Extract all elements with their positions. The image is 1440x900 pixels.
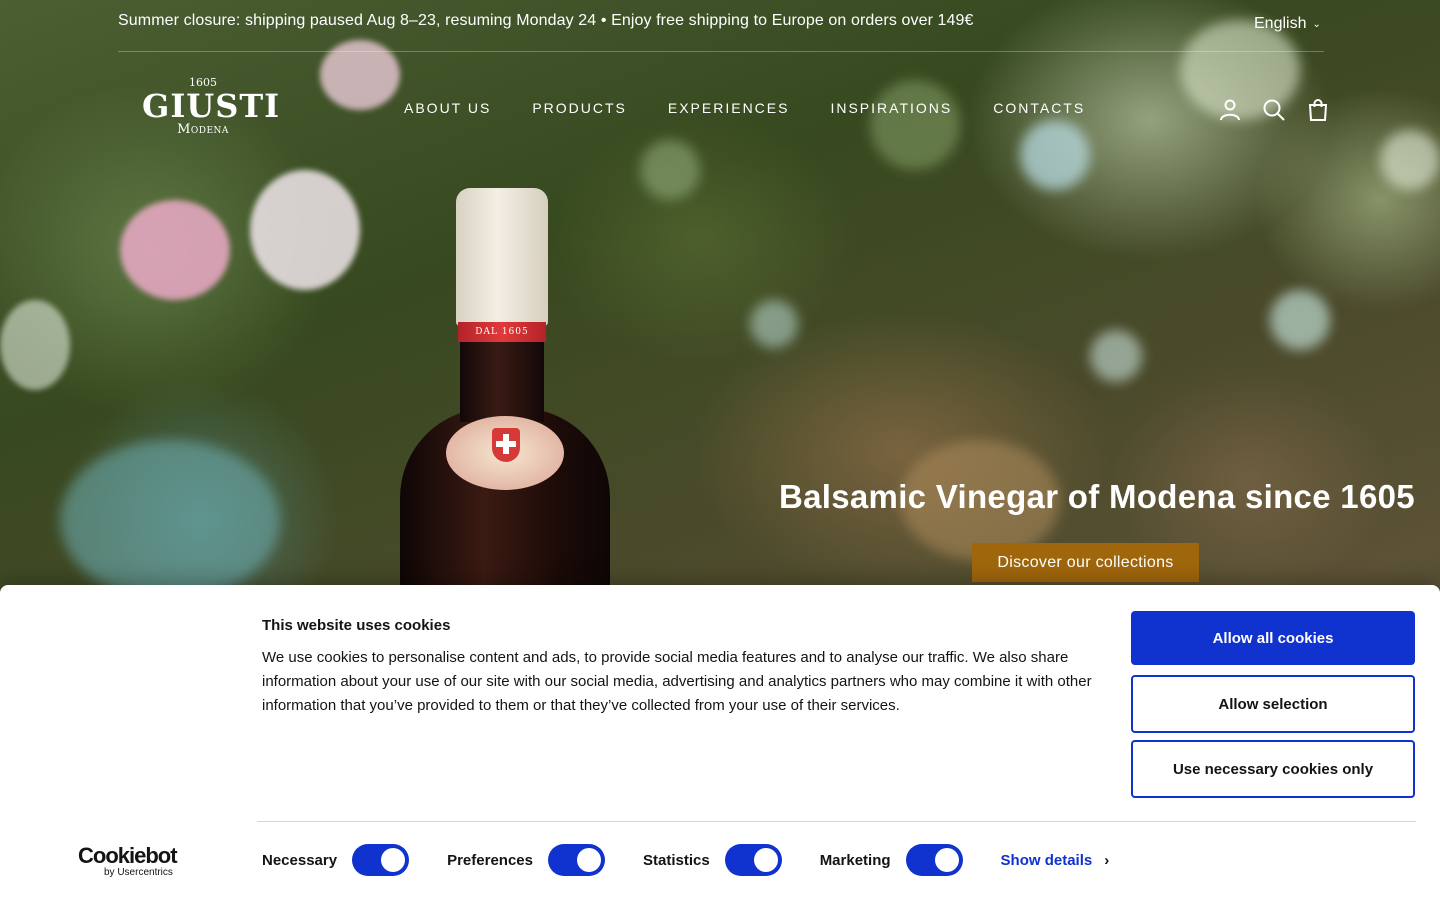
toggle-marketing: Marketing bbox=[820, 844, 963, 876]
cookiebot-logo-subtext: by Usercentrics bbox=[104, 867, 173, 878]
cookie-banner: This website uses cookies We use cookies… bbox=[0, 585, 1440, 900]
logo-brand: GIUSTI bbox=[142, 87, 281, 125]
chevron-right-icon: › bbox=[1104, 851, 1110, 869]
language-label: English bbox=[1254, 15, 1307, 32]
toggle-necessary: Necessary bbox=[262, 844, 410, 876]
bokeh-light bbox=[1270, 290, 1330, 350]
nav-about-us[interactable]: ABOUT US bbox=[404, 100, 491, 116]
bokeh-light bbox=[870, 80, 960, 170]
account-icon[interactable] bbox=[1218, 98, 1242, 122]
bottle-image: DAL 1605 bbox=[400, 188, 610, 628]
toggle-label: Statistics bbox=[642, 851, 710, 869]
flower bbox=[120, 200, 230, 300]
language-selector[interactable]: English ⌄ bbox=[1254, 15, 1321, 33]
cookiebot-logo-text: Cookiebot bbox=[78, 843, 178, 868]
nav-contacts[interactable]: CONTACTS bbox=[993, 100, 1085, 116]
bokeh-light bbox=[1090, 330, 1142, 382]
bottle-cap bbox=[456, 188, 548, 326]
hero-title: Balsamic Vinegar of Modena since 1605 bbox=[779, 478, 1415, 515]
cookie-title: This website uses cookies bbox=[262, 617, 451, 634]
show-details-link[interactable]: Show details › bbox=[1001, 852, 1110, 869]
marketing-switch[interactable] bbox=[905, 844, 963, 876]
cookiebot-logo[interactable]: Cookiebot by Usercentrics bbox=[78, 845, 182, 879]
header-icons bbox=[1218, 98, 1330, 122]
bokeh-light bbox=[1020, 120, 1090, 190]
show-details-label: Show details bbox=[1000, 851, 1093, 869]
toggle-label: Marketing bbox=[819, 851, 891, 869]
cookie-description: We use cookies to personalise content an… bbox=[262, 649, 1092, 714]
chevron-down-icon: ⌄ bbox=[1312, 18, 1321, 30]
allow-selection-button[interactable]: Allow selection bbox=[1131, 675, 1415, 733]
discover-collections-button[interactable]: Discover our collections bbox=[972, 543, 1199, 582]
toggle-label: Preferences bbox=[447, 851, 533, 869]
bokeh-light bbox=[1380, 130, 1440, 190]
cookie-divider bbox=[257, 821, 1416, 822]
flower bbox=[250, 170, 360, 290]
nav-experiences[interactable]: EXPERIENCES bbox=[668, 100, 790, 116]
bokeh-light bbox=[640, 140, 700, 200]
header-divider bbox=[118, 51, 1324, 52]
toggle-label: Necessary bbox=[262, 851, 338, 869]
preferences-switch[interactable] bbox=[547, 844, 605, 876]
necessary-cookies-only-button[interactable]: Use necessary cookies only bbox=[1131, 740, 1415, 798]
toggle-preferences: Preferences bbox=[447, 844, 605, 876]
toggle-statistics: Statistics bbox=[643, 844, 782, 876]
nav-products[interactable]: PRODUCTS bbox=[532, 100, 627, 116]
nav-inspirations[interactable]: INSPIRATIONS bbox=[830, 100, 952, 116]
brand-logo[interactable]: 1605 GIUSTI Modena bbox=[142, 76, 281, 146]
flower bbox=[0, 300, 70, 390]
bokeh-light bbox=[60, 440, 280, 600]
announcement-text: Summer closure: shipping paused Aug 8–23… bbox=[118, 12, 974, 29]
necessary-switch[interactable] bbox=[352, 844, 410, 876]
bokeh-light bbox=[750, 300, 798, 348]
bag-icon[interactable] bbox=[1306, 98, 1330, 122]
bottle-neck bbox=[460, 342, 544, 422]
bottle-band: DAL 1605 bbox=[458, 322, 546, 342]
bottle-crest bbox=[492, 428, 520, 462]
cookie-toggles: Necessary Preferences Statistics Marketi… bbox=[262, 844, 1109, 876]
main-nav: ABOUT US PRODUCTS EXPERIENCES INSPIRATIO… bbox=[404, 100, 1085, 116]
search-icon[interactable] bbox=[1262, 98, 1286, 122]
allow-all-cookies-button[interactable]: Allow all cookies bbox=[1131, 611, 1415, 665]
statistics-switch[interactable] bbox=[724, 844, 782, 876]
